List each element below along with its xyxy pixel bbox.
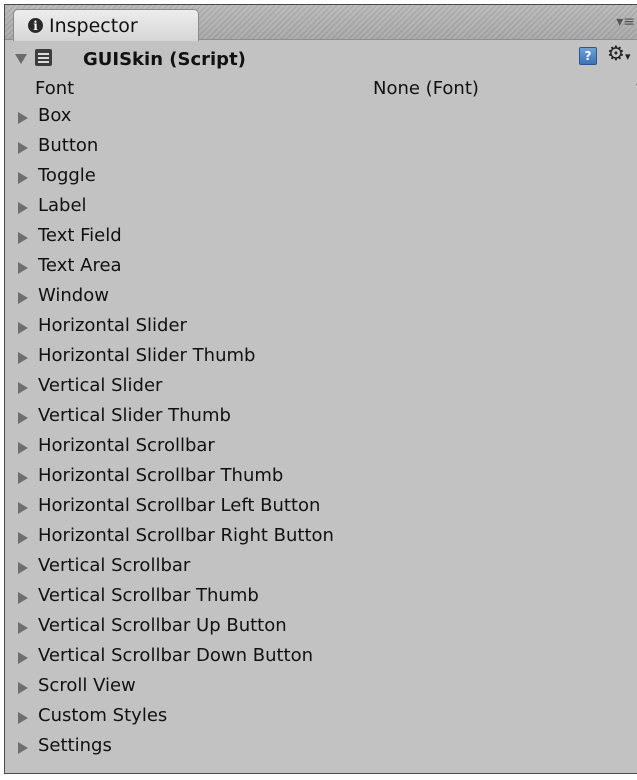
info-icon: i [28, 18, 43, 33]
list-item-label: Vertical Scrollbar Thumb [38, 585, 259, 606]
list-item[interactable]: Horizontal Scrollbar Right Button [5, 523, 637, 553]
list-item[interactable]: Horizontal Scrollbar Left Button [5, 493, 637, 523]
list-item-label: Vertical Slider [38, 375, 163, 396]
list-item[interactable]: Horizontal Slider [5, 313, 637, 343]
list-item-label: Horizontal Scrollbar Right Button [38, 525, 334, 546]
list-item-label: Horizontal Scrollbar [38, 435, 215, 456]
list-item-label: Vertical Scrollbar Up Button [38, 615, 287, 636]
expand-triangle-icon[interactable] [18, 562, 28, 574]
list-item-label: Horizontal Slider [38, 315, 187, 336]
list-item[interactable]: Vertical Slider [5, 373, 637, 403]
list-item[interactable]: Vertical Scrollbar Up Button [5, 613, 637, 643]
help-icon[interactable]: ? [579, 47, 597, 65]
list-item[interactable]: Window [5, 283, 637, 313]
list-item-label: Scroll View [38, 675, 136, 696]
inspector-window: i Inspector ▾≡ GUISkin (Script) ? ⚙▾ Fon… [4, 4, 637, 774]
list-item[interactable]: Settings [5, 733, 637, 763]
script-icon [35, 49, 52, 66]
list-item[interactable]: Vertical Scrollbar Thumb [5, 583, 637, 613]
expand-triangle-icon[interactable] [18, 232, 28, 244]
list-item-label: Settings [38, 735, 112, 756]
expand-triangle-icon[interactable] [18, 172, 28, 184]
list-item-label: Box [38, 105, 72, 126]
list-item[interactable]: Custom Styles [5, 703, 637, 733]
expand-triangle-icon[interactable] [18, 442, 28, 454]
gear-icon[interactable]: ⚙▾ [607, 43, 630, 63]
expand-triangle-icon[interactable] [18, 502, 28, 514]
tab-inspector[interactable]: i Inspector [13, 9, 199, 41]
component-header[interactable]: GUISkin (Script) ? ⚙▾ [5, 41, 637, 75]
list-item-label: Vertical Scrollbar [38, 555, 191, 576]
tab-label: Inspector [49, 14, 138, 37]
list-item[interactable]: Scroll View [5, 673, 637, 703]
list-item-label: Vertical Scrollbar Down Button [38, 645, 314, 666]
list-item[interactable]: Button [5, 133, 637, 163]
expand-triangle-icon[interactable] [18, 712, 28, 724]
tab-bar: i Inspector ▾≡ [5, 5, 637, 41]
component-title: GUISkin (Script) [83, 49, 246, 70]
style-list: Box Button Toggle Label Text Field Text Area W… [5, 103, 637, 763]
panel-menu-icon[interactable]: ▾≡ [616, 15, 635, 29]
expand-triangle-icon[interactable] [18, 202, 28, 214]
expand-triangle-icon[interactable] [18, 292, 28, 304]
list-item-label: Text Area [38, 255, 122, 276]
list-item-label: Horizontal Scrollbar Left Button [38, 495, 321, 516]
fold-down-icon[interactable] [15, 54, 27, 64]
expand-triangle-icon[interactable] [18, 532, 28, 544]
list-item[interactable]: Vertical Slider Thumb [5, 403, 637, 433]
list-item-label: Button [38, 135, 99, 156]
list-item[interactable]: Horizontal Slider Thumb [5, 343, 637, 373]
list-item-label: Window [38, 285, 109, 306]
expand-triangle-icon[interactable] [18, 322, 28, 334]
expand-triangle-icon[interactable] [18, 112, 28, 124]
expand-triangle-icon[interactable] [18, 262, 28, 274]
list-item-label: Text Field [38, 225, 122, 246]
expand-triangle-icon[interactable] [18, 352, 28, 364]
list-item[interactable]: Box [5, 103, 637, 133]
list-item-label: Toggle [38, 165, 96, 186]
list-item[interactable]: Vertical Scrollbar [5, 553, 637, 583]
list-item[interactable]: Vertical Scrollbar Down Button [5, 643, 637, 673]
expand-triangle-icon[interactable] [18, 412, 28, 424]
expand-triangle-icon[interactable] [18, 472, 28, 484]
expand-triangle-icon[interactable] [18, 652, 28, 664]
expand-triangle-icon[interactable] [18, 142, 28, 154]
font-object-field[interactable]: None (Font) [373, 78, 479, 99]
list-item[interactable]: Toggle [5, 163, 637, 193]
list-item-label: Horizontal Scrollbar Thumb [38, 465, 284, 486]
list-item[interactable]: Horizontal Scrollbar Thumb [5, 463, 637, 493]
list-item-label: Vertical Slider Thumb [38, 405, 231, 426]
expand-triangle-icon[interactable] [18, 592, 28, 604]
list-item[interactable]: Horizontal Scrollbar [5, 433, 637, 463]
font-label: Font [35, 78, 75, 99]
font-property-row: Font None (Font) [5, 75, 637, 103]
list-item-label: Custom Styles [38, 705, 168, 726]
list-item[interactable]: Text Field [5, 223, 637, 253]
expand-triangle-icon[interactable] [18, 682, 28, 694]
expand-triangle-icon[interactable] [18, 382, 28, 394]
expand-triangle-icon[interactable] [18, 622, 28, 634]
list-item-label: Horizontal Slider Thumb [38, 345, 256, 366]
list-item[interactable]: Label [5, 193, 637, 223]
list-item-label: Label [38, 195, 87, 216]
expand-triangle-icon[interactable] [18, 742, 28, 754]
list-item[interactable]: Text Area [5, 253, 637, 283]
